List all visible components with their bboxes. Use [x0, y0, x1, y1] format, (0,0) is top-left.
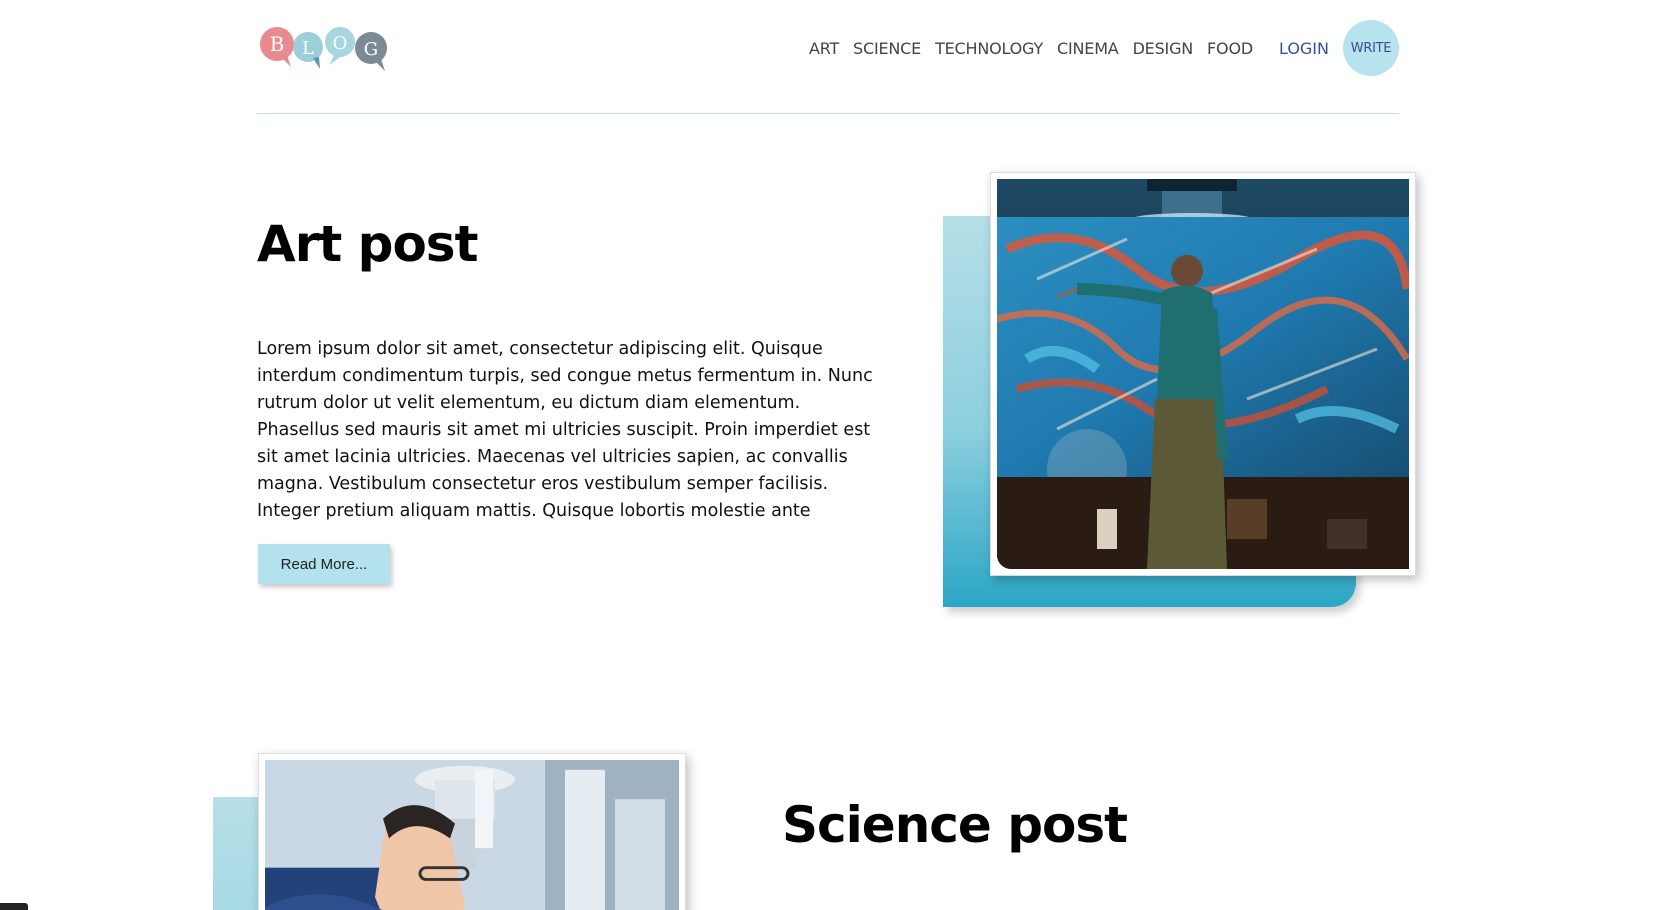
- read-more-button[interactable]: Read More...: [258, 544, 390, 584]
- login-link[interactable]: LOGIN: [1279, 39, 1329, 58]
- main-nav: ART SCIENCE TECHNOLOGY CINEMA DESIGN FOO…: [809, 18, 1399, 78]
- nav-item-food[interactable]: FOOD: [1207, 39, 1253, 58]
- blog-logo[interactable]: B L O G: [257, 25, 393, 73]
- svg-text:L: L: [302, 38, 314, 59]
- nav-item-art[interactable]: ART: [809, 39, 839, 58]
- science-microscope-image: [265, 760, 679, 910]
- post-title-science: Science post: [782, 796, 1128, 854]
- post-image-frame-science[interactable]: [258, 753, 686, 910]
- nav-item-science[interactable]: SCIENCE: [853, 39, 921, 58]
- nav-item-technology[interactable]: TECHNOLOGY: [935, 39, 1043, 58]
- post-image-frame-art[interactable]: [990, 172, 1416, 576]
- post-excerpt-art: Lorem ipsum dolor sit amet, consectetur …: [257, 339, 873, 521]
- header-divider: [257, 113, 1399, 114]
- art-painting-image: [997, 179, 1409, 569]
- post-title-art: Art post: [257, 215, 478, 273]
- svg-text:G: G: [364, 39, 378, 60]
- svg-text:B: B: [270, 32, 285, 56]
- corner-badge: [0, 903, 28, 910]
- write-button[interactable]: WRITE: [1343, 20, 1399, 76]
- nav-item-cinema[interactable]: CINEMA: [1057, 39, 1119, 58]
- svg-text:O: O: [333, 33, 348, 54]
- blog-page: B L O G ART SCIENCE TECHNOLOGY CINEMA DE…: [0, 0, 1671, 910]
- nav-item-design[interactable]: DESIGN: [1133, 39, 1194, 58]
